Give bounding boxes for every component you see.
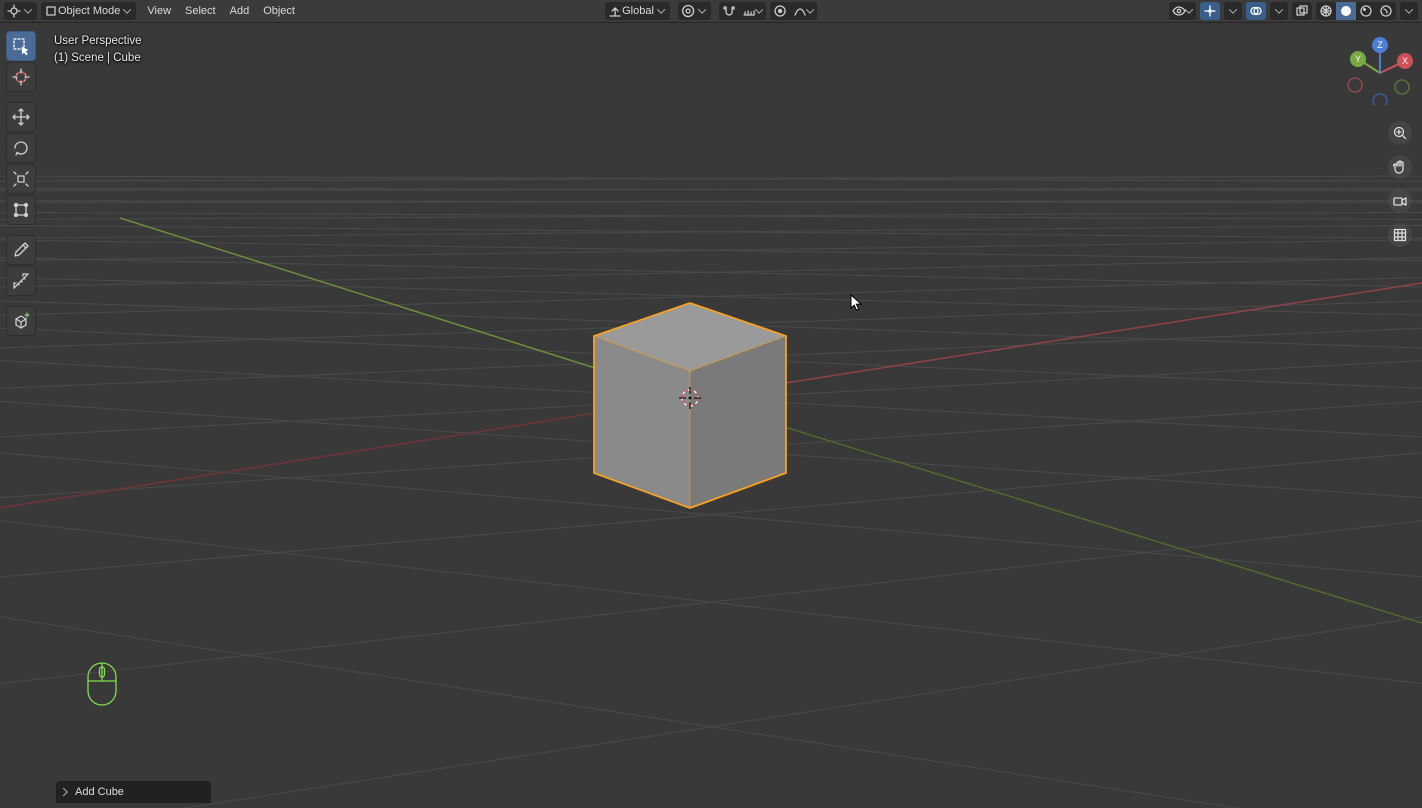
y-axis-neg (690, 398, 1422, 623)
zoom-button[interactable] (1388, 121, 1412, 145)
cursor-3d-icon (7, 4, 21, 18)
pan-button[interactable] (1388, 155, 1412, 179)
proportional-toggle[interactable] (770, 2, 790, 20)
viewport-nav-controls (1388, 121, 1412, 247)
camera-view-button[interactable] (1388, 189, 1412, 213)
object-mode-icon (44, 4, 58, 18)
visibility-group (1169, 2, 1196, 20)
chevron-down-icon (699, 8, 706, 15)
proportional-falloff[interactable] (790, 2, 817, 20)
falloff-icon (793, 4, 807, 18)
header-menubar: View Select Add Object (140, 2, 302, 20)
overlay-options[interactable] (1270, 2, 1288, 20)
magnet-icon (722, 4, 736, 18)
chevron-down-icon (1406, 8, 1413, 15)
chevron-right-icon (62, 789, 69, 796)
chevron-down-icon (756, 8, 763, 15)
x-axis-neg (0, 398, 690, 508)
transform-orientation[interactable]: Global (605, 2, 670, 20)
shading-solid[interactable] (1336, 2, 1356, 20)
orientation-icon (608, 4, 622, 18)
last-operator-panel[interactable]: Add Cube (56, 781, 211, 803)
snap-increment-icon (742, 4, 756, 18)
solid-icon (1339, 4, 1353, 18)
3d-viewport[interactable]: User Perspective (1) Scene | Cube (0, 23, 1422, 808)
material-icon (1359, 4, 1373, 18)
tool-move[interactable] (6, 102, 36, 132)
snap-toggle[interactable] (719, 2, 739, 20)
shading-rendered[interactable] (1376, 2, 1396, 20)
menu-view[interactable]: View (140, 2, 178, 20)
viewport-scene (0, 23, 1422, 808)
pivot-point[interactable] (678, 2, 711, 20)
operator-label: Add Cube (75, 786, 124, 798)
gizmo-icon (1203, 4, 1217, 18)
snap-group (719, 2, 766, 20)
shading-options[interactable] (1400, 2, 1418, 20)
xray-toggle[interactable] (1292, 2, 1312, 20)
overlay-toggle[interactable] (1246, 2, 1266, 20)
overlay-icon (1249, 4, 1263, 18)
eye-icon (1172, 4, 1186, 18)
xray-icon (1295, 4, 1309, 18)
proportional-group (770, 2, 817, 20)
chevron-down-icon (807, 8, 814, 15)
editor-type-selector[interactable] (4, 2, 37, 20)
gizmo-toggle[interactable] (1200, 2, 1220, 20)
shading-modes (1316, 2, 1396, 20)
mode-selector[interactable]: Object Mode (41, 2, 136, 20)
chevron-down-icon (1276, 8, 1283, 15)
tool-add-cube[interactable] (6, 306, 36, 336)
left-toolbar (6, 31, 36, 336)
svg-text:Z: Z (1377, 40, 1383, 50)
gizmo-options[interactable] (1224, 2, 1242, 20)
shading-material[interactable] (1356, 2, 1376, 20)
viewport-header: Object Mode View Select Add Object Globa… (0, 0, 1422, 23)
shading-wireframe[interactable] (1316, 2, 1336, 20)
tool-select-box[interactable] (6, 31, 36, 61)
svg-text:X: X (1402, 56, 1408, 66)
header-right-cluster (1169, 2, 1418, 20)
tool-annotate[interactable] (6, 235, 36, 265)
chevron-down-icon (1230, 8, 1237, 15)
chevron-down-icon (25, 8, 32, 15)
mode-label: Object Mode (58, 5, 120, 17)
pivot-icon (681, 4, 695, 18)
svg-text:Y: Y (1355, 54, 1361, 64)
menu-object[interactable]: Object (256, 2, 302, 20)
snap-options[interactable] (739, 2, 766, 20)
chevron-down-icon (124, 8, 131, 15)
perspective-toggle-button[interactable] (1388, 223, 1412, 247)
object-visibility[interactable] (1169, 2, 1196, 20)
menu-select[interactable]: Select (178, 2, 223, 20)
proportional-icon (773, 4, 787, 18)
header-center-cluster: Global (605, 2, 817, 20)
tool-cursor[interactable] (6, 62, 36, 92)
menu-add[interactable]: Add (223, 2, 257, 20)
chevron-down-icon (658, 8, 665, 15)
tool-scale[interactable] (6, 164, 36, 194)
tool-measure[interactable] (6, 266, 36, 296)
wireframe-icon (1319, 4, 1333, 18)
navigation-gizmo[interactable]: X Y Z (1344, 33, 1416, 105)
rendered-icon (1379, 4, 1393, 18)
tool-rotate[interactable] (6, 133, 36, 163)
chevron-down-icon (1186, 8, 1193, 15)
orientation-label: Global (622, 5, 654, 17)
tool-transform[interactable] (6, 195, 36, 225)
